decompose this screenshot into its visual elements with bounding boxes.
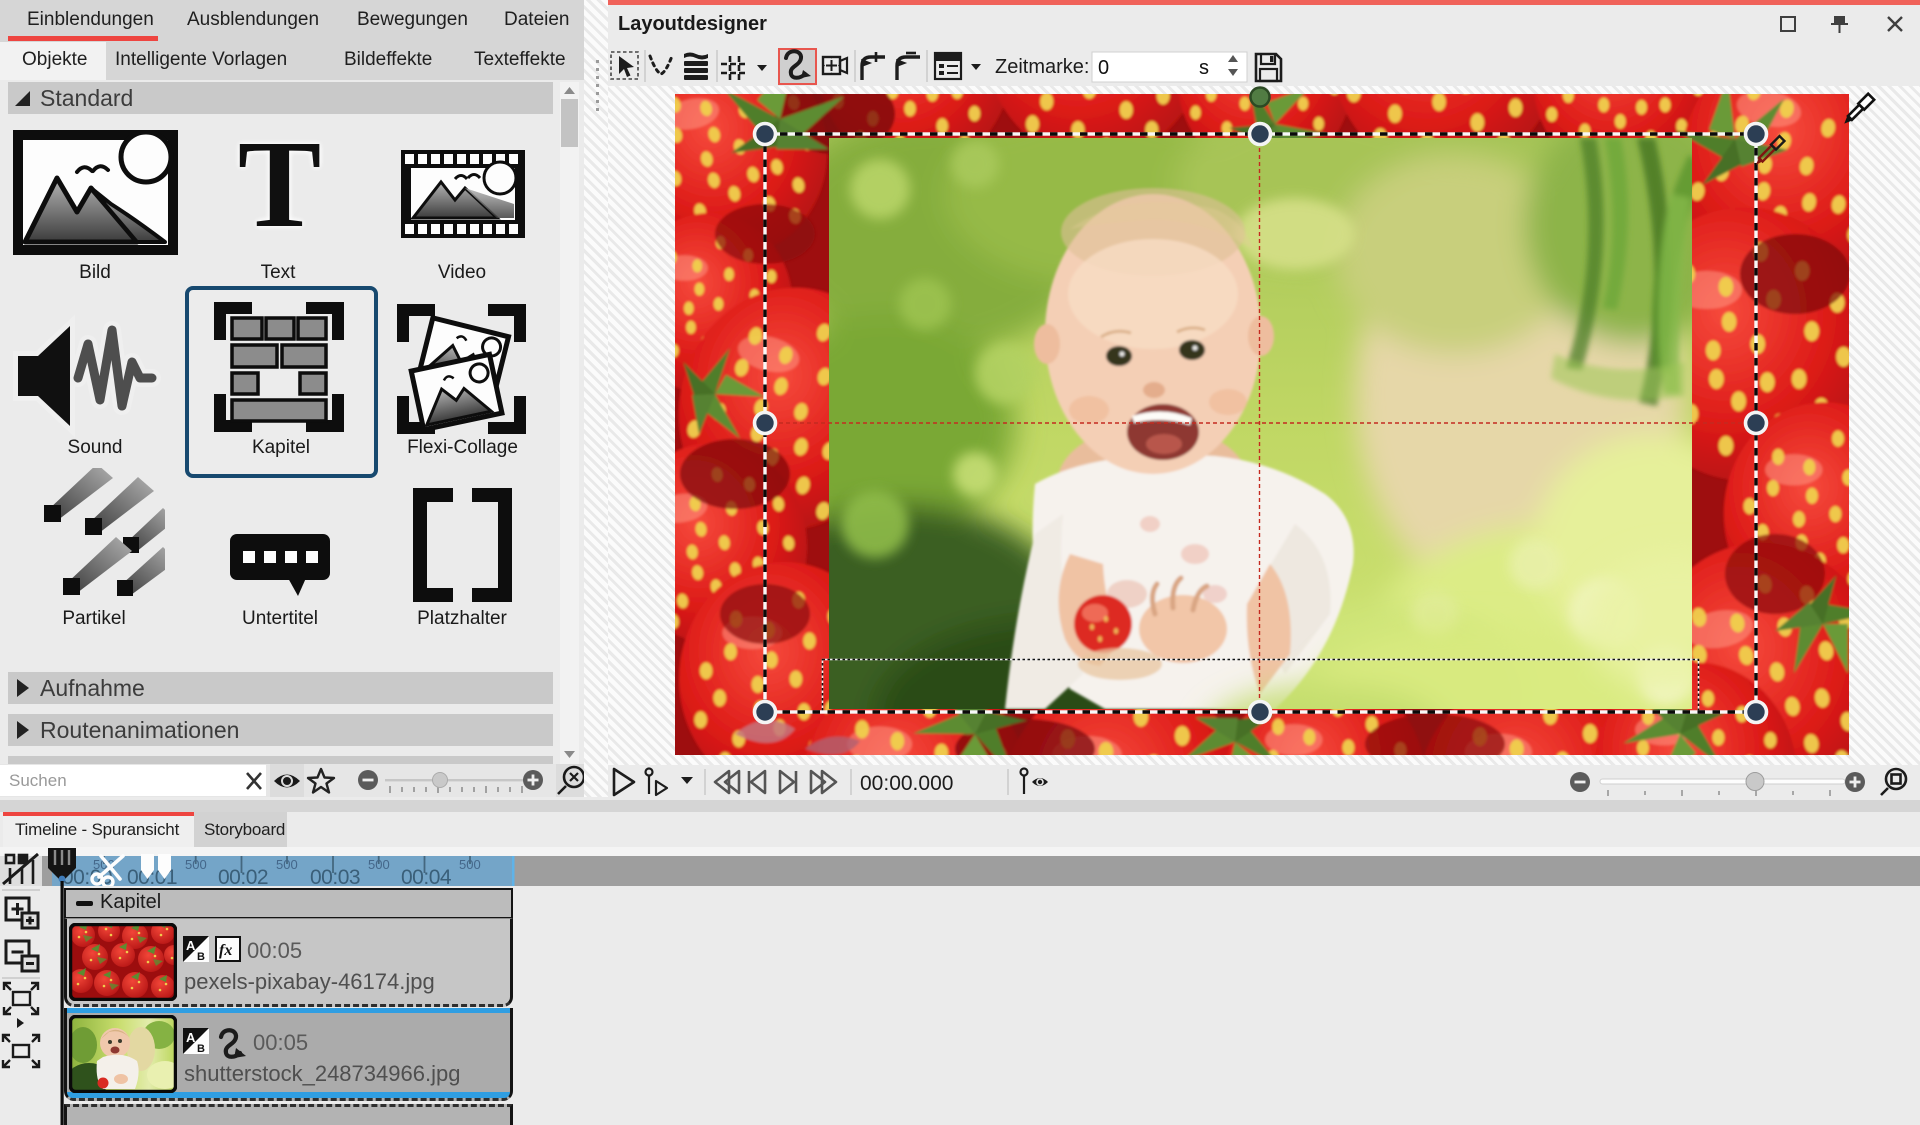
svg-text:A: A <box>186 938 196 953</box>
svg-text:00:00.000: 00:00.000 <box>860 772 953 795</box>
svg-text:B: B <box>197 951 205 962</box>
svg-text:0: 0 <box>1098 57 1109 79</box>
svg-text:Zeitmarke:: Zeitmarke: <box>995 56 1089 78</box>
svg-text:fx: fx <box>219 942 232 959</box>
svg-text:s: s <box>1199 57 1209 79</box>
svg-text:A: A <box>186 1030 196 1045</box>
svg-text:B: B <box>197 1043 205 1054</box>
